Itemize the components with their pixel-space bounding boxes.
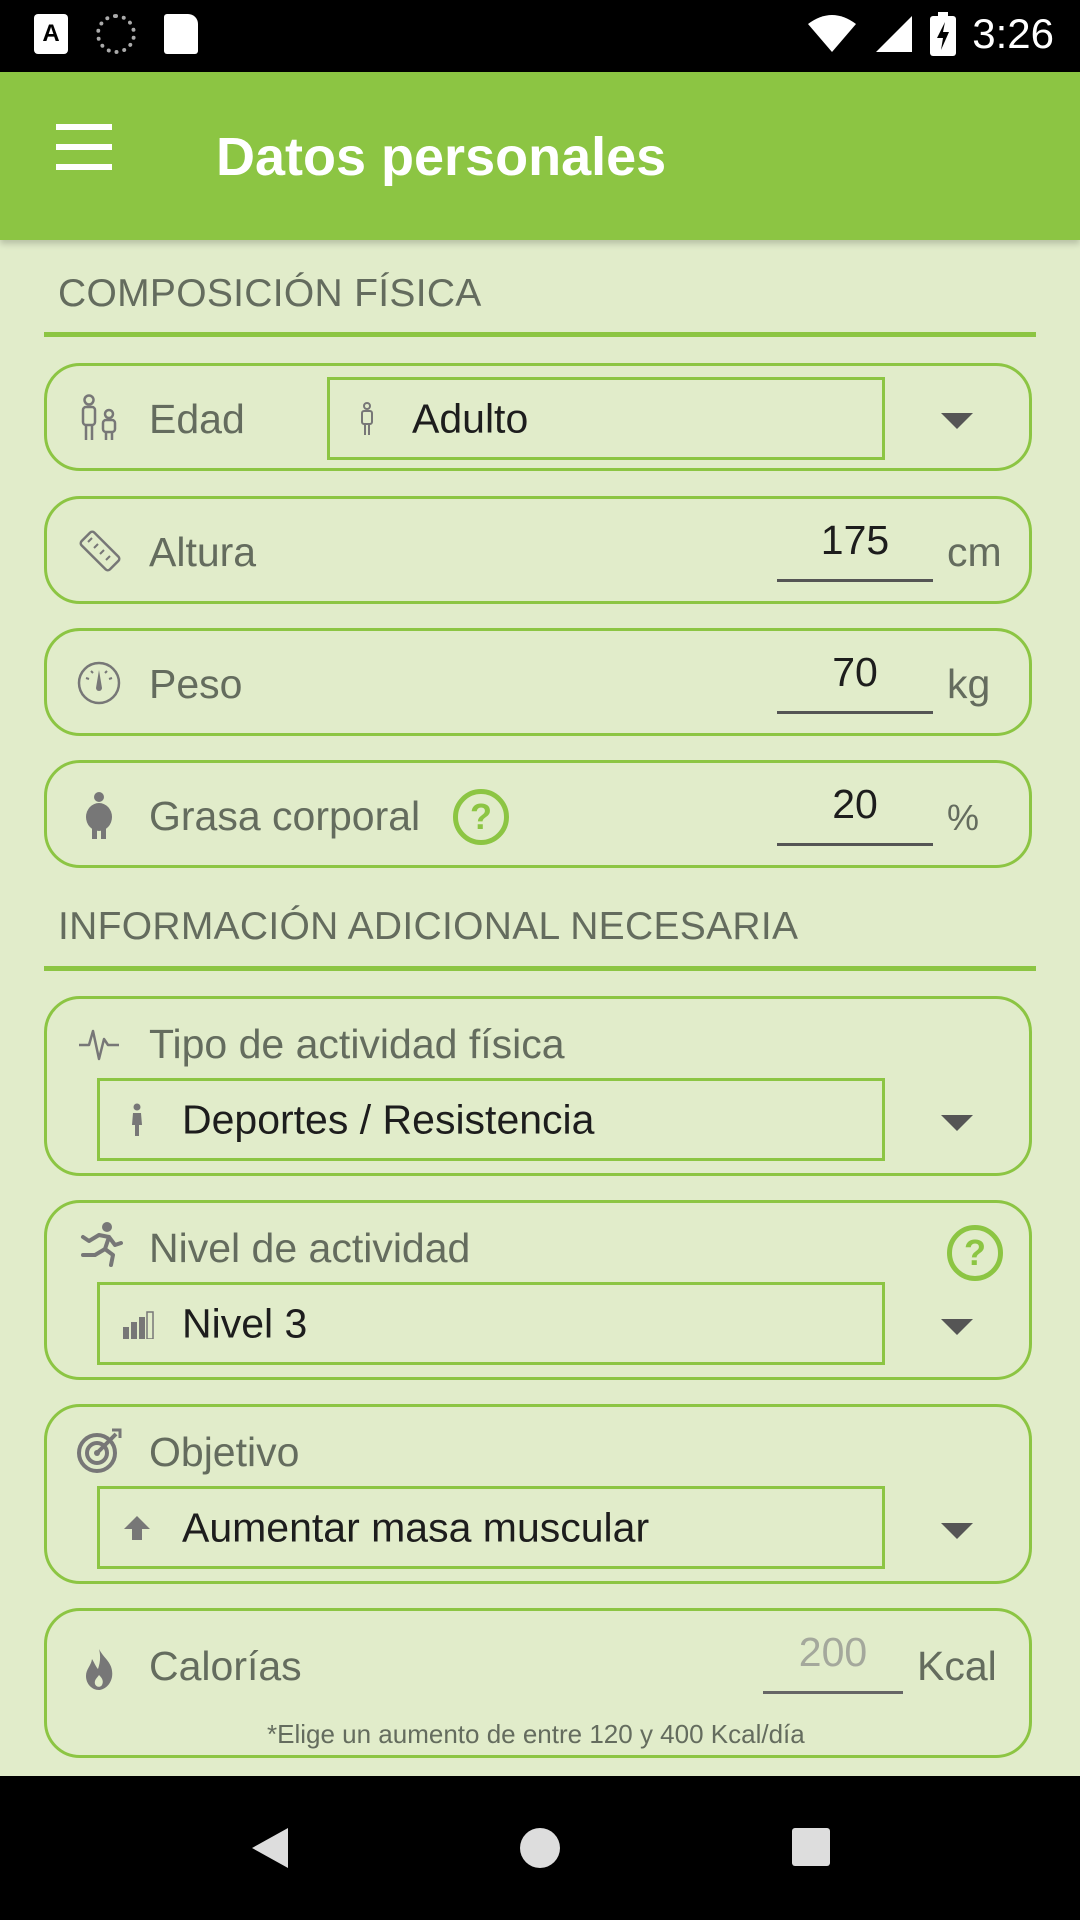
age-value: Adulto	[412, 395, 529, 441]
weight-card: Peso 70 kg	[44, 628, 1032, 736]
section-header-additional: INFORMACIÓN ADICIONAL NECESARIA	[58, 905, 799, 948]
age-card: Edad Adulto	[44, 363, 1032, 471]
back-icon[interactable]	[252, 1828, 288, 1868]
section-divider	[44, 966, 1036, 971]
sync-icon	[96, 14, 136, 54]
height-card: Altura 175 cm	[44, 496, 1032, 604]
flame-icon	[75, 1645, 123, 1693]
person-icon	[352, 401, 382, 437]
activity-level-help-icon[interactable]: ?	[947, 1225, 1003, 1281]
clock: 3:26	[972, 10, 1054, 57]
page-title: Datos personales	[216, 127, 667, 187]
calories-input[interactable]: 200	[763, 1629, 903, 1694]
calories-label: Calorías	[149, 1643, 302, 1689]
activity-level-select[interactable]: Nivel 3	[97, 1282, 885, 1365]
body-fat-input[interactable]: 20	[777, 781, 933, 846]
body-fat-label: Grasa corporal	[149, 793, 421, 839]
font-app-icon: A	[34, 14, 68, 54]
age-label: Edad	[149, 396, 245, 442]
home-icon[interactable]	[520, 1828, 560, 1868]
activity-type-value: Deportes / Resistencia	[182, 1096, 595, 1142]
goal-card: Objetivo Aumentar masa muscular	[44, 1404, 1032, 1584]
section-header-physical: COMPOSICIÓN FÍSICA	[58, 272, 482, 315]
chevron-down-icon[interactable]	[941, 1115, 973, 1131]
status-right: 3:26	[806, 10, 1054, 58]
signal-icon	[876, 16, 913, 52]
system-nav-bar	[0, 1776, 1080, 1920]
runner-small-icon	[122, 1102, 152, 1138]
activity-level-label: Nivel de actividad	[149, 1225, 471, 1271]
age-select[interactable]: Adulto	[327, 377, 885, 460]
notification-icons: A	[34, 14, 198, 54]
activity-type-select[interactable]: Deportes / Resistencia	[97, 1078, 885, 1161]
goal-label: Objetivo	[149, 1429, 300, 1475]
body-fat-unit: %	[947, 797, 980, 838]
body-icon	[75, 791, 123, 839]
family-icon	[75, 394, 123, 442]
running-icon	[75, 1221, 123, 1269]
chevron-down-icon[interactable]	[941, 413, 973, 429]
activity-type-label: Tipo de actividad física	[149, 1021, 565, 1067]
recents-icon[interactable]	[792, 1828, 830, 1866]
height-label: Altura	[149, 529, 257, 575]
body-fat-card: Grasa corporal ? 20 %	[44, 760, 1032, 868]
weight-input[interactable]: 70	[777, 649, 933, 714]
calories-card: Calorías 200 Kcal *Elige un aumento de e…	[44, 1608, 1032, 1758]
target-icon	[75, 1427, 123, 1475]
sd-card-icon	[164, 14, 198, 54]
pulse-icon	[75, 1019, 123, 1067]
calories-hint: *Elige un aumento de entre 120 y 400 Kca…	[267, 1719, 805, 1749]
weight-label: Peso	[149, 661, 243, 707]
hamburger-icon[interactable]	[48, 124, 120, 184]
tape-measure-icon	[75, 527, 123, 575]
status-bar: A 3:26	[0, 0, 1080, 72]
section-divider	[44, 332, 1036, 337]
height-unit: cm	[947, 529, 1002, 575]
goal-value: Aumentar masa muscular	[182, 1504, 650, 1550]
height-input[interactable]: 175	[777, 517, 933, 582]
arrow-up-icon	[122, 1510, 152, 1546]
chevron-down-icon[interactable]	[941, 1319, 973, 1335]
activity-type-card: Tipo de actividad física Deportes / Resi…	[44, 996, 1032, 1176]
bars-level-icon	[122, 1306, 158, 1342]
calories-unit: Kcal	[917, 1643, 997, 1689]
app-bar: Datos personales	[0, 72, 1080, 240]
font-app-letter: A	[42, 20, 60, 47]
goal-select[interactable]: Aumentar masa muscular	[97, 1486, 885, 1569]
chevron-down-icon[interactable]	[941, 1523, 973, 1539]
activity-level-card: Nivel de actividad ? Nivel 3	[44, 1200, 1032, 1380]
weight-unit: kg	[947, 661, 991, 707]
body-fat-help-icon[interactable]: ?	[453, 789, 509, 845]
activity-level-value: Nivel 3	[182, 1300, 308, 1346]
battery-charging-icon	[930, 12, 957, 56]
wifi-icon	[808, 15, 857, 52]
scale-icon	[75, 659, 123, 707]
